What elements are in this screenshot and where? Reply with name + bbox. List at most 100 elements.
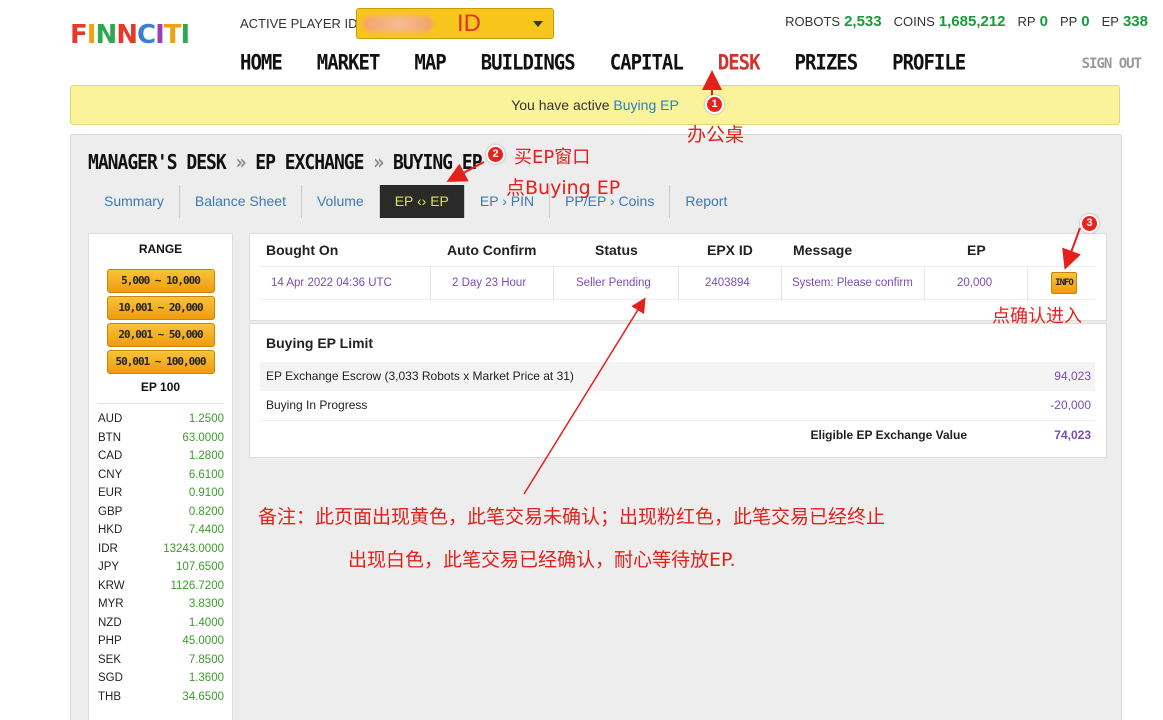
currency-row: AUD 1.2500: [98, 413, 224, 425]
limit-row-total: Eligible EP Exchange Value 74,023: [260, 420, 1095, 449]
currency-row: CNY 6.6100: [98, 468, 224, 481]
range-button-50001-100000[interactable]: 50,001 ~ 100,000: [106, 350, 215, 374]
range-button-5000-10000[interactable]: 5,000 ~ 10,000: [106, 269, 215, 293]
range-button-20001-50000[interactable]: 20,001 ~ 50,000: [106, 323, 215, 347]
currency-row: BTN 63.0000: [98, 431, 224, 444]
header-status: Status: [595, 242, 638, 258]
tab-report[interactable]: Report: [670, 185, 742, 218]
tab-balance-sheet[interactable]: Balance Sheet: [180, 185, 302, 218]
column-divider: [430, 267, 431, 301]
nav-desk[interactable]: DESK: [718, 51, 761, 76]
column-divider: [924, 267, 925, 301]
annotation-remark-line1: 备注：此页面出现黄色，此笔交易未确认；出现粉红色，此笔交易已经终止: [258, 506, 886, 528]
cell-message: System: Please confirm: [792, 277, 913, 289]
in-progress-label: Buying In Progress: [266, 398, 368, 412]
ep-rate-label: EP 100: [140, 380, 181, 394]
tab-summary[interactable]: Summary: [89, 185, 180, 218]
nav-buildings[interactable]: BUILDINGS: [481, 51, 576, 76]
stat-coins: COINS 1,685,212: [893, 13, 1006, 30]
player-id-select[interactable]: ID: [356, 8, 554, 39]
range-button-10001-20000[interactable]: 10,001 ~ 20,000: [106, 296, 215, 320]
currency-row: SEK 7.8500: [98, 653, 224, 666]
column-divider: [678, 267, 679, 301]
finnciti-logo[interactable]: FINNCITI: [70, 20, 205, 60]
limit-row-in-progress: Buying In Progress -20,000: [260, 391, 1095, 420]
header-bought-on: Bought On: [266, 242, 339, 258]
range-buttons: 5,000 ~ 10,000 10,001 ~ 20,000 20,001 ~ …: [106, 269, 215, 374]
nav-map[interactable]: MAP: [414, 51, 446, 76]
alert-text: You have active: [511, 97, 614, 113]
breadcrumb: MANAGER'S DESK » EP EXCHANGE » BUYING EP: [88, 151, 483, 175]
stat-rp: RP 0: [1017, 13, 1048, 30]
buying-ep-link[interactable]: Buying EP: [613, 97, 678, 113]
nav-capital[interactable]: CAPITAL: [610, 51, 684, 76]
currency-row: PHP 45.0000: [98, 635, 224, 647]
header-ep: EP: [967, 242, 986, 258]
cell-auto-confirm: 2 Day 23 Hour: [452, 277, 527, 289]
eligible-value: 74,023: [1054, 428, 1091, 442]
cell-status: Seller Pending: [576, 277, 651, 289]
currency-row: MYR 3.8300: [98, 598, 224, 610]
escrow-value: 94,023: [1054, 369, 1091, 383]
currency-row: HKD 7.4400: [98, 524, 224, 536]
chevron-down-icon: [533, 21, 543, 27]
range-sidebar: RANGE 5,000 ~ 10,000 10,001 ~ 20,000 20,…: [88, 233, 233, 720]
cell-epx-id: 2403894: [705, 277, 750, 289]
info-button[interactable]: INFO: [1051, 272, 1077, 294]
limit-row-escrow: EP Exchange Escrow (3,033 Robots x Marke…: [260, 362, 1095, 391]
column-divider: [781, 267, 782, 301]
nav-market[interactable]: MARKET: [317, 51, 381, 76]
currency-row: NZD 1.4000: [98, 616, 224, 629]
player-stats: ROBOTS 2,533 COINS 1,685,212 RP 0 PP 0 EP 338: [785, 13, 1148, 30]
breadcrumb-separator: »: [373, 151, 384, 175]
annotation-buy-ep-window: 买EP窗口: [514, 147, 591, 168]
stat-pp: PP 0: [1059, 13, 1090, 30]
table-row[interactable]: 14 Apr 2022 04:36 UTC 2 Day 23 Hour Sell…: [260, 266, 1095, 301]
cell-bought-on: 14 Apr 2022 04:36 UTC: [271, 277, 392, 289]
header-message: Message: [793, 242, 853, 258]
active-order-alert: You have active Buying EP: [70, 85, 1120, 125]
player-id-value: ID: [457, 10, 481, 37]
column-divider: [1027, 267, 1028, 301]
tab-ep-ep[interactable]: EP ‹› EP: [379, 185, 465, 218]
annotation-desk: 办公桌: [687, 124, 745, 146]
currency-row: EUR 0.9100: [98, 487, 224, 499]
stat-ep: EP 338: [1101, 13, 1148, 30]
nav-profile[interactable]: PROFILE: [892, 51, 966, 76]
currency-rates: AUD 1.2500 BTN 63.0000 CAD 1.2800 CNY 6.6100…: [98, 403, 224, 706]
stat-robots: ROBOTS 2,533: [785, 13, 882, 30]
main-nav: HOME MARKET MAP BUILDINGS CAPITAL DESK P…: [240, 51, 1000, 76]
annotation-click-confirm: 点确认进入: [992, 306, 1082, 327]
column-divider: [553, 267, 554, 301]
blurred-player-id: [363, 16, 433, 32]
breadcrumb-buying-ep: BUYING EP: [393, 151, 483, 175]
managers-desk-panel: MANAGER'S DESK » EP EXCHANGE » BUYING EP…: [70, 134, 1122, 720]
in-progress-value: -20,000: [1050, 398, 1091, 412]
range-title: RANGE: [138, 242, 183, 256]
currency-row: JPY 107.6500: [98, 561, 224, 573]
table-header: Bought On Auto Confirm Status EPX ID Mes…: [250, 242, 1106, 264]
exchange-tabs: Summary Balance Sheet Volume EP ‹› EP EP…: [89, 185, 742, 218]
nav-prizes[interactable]: PRIZES: [795, 51, 859, 76]
sign-out-link[interactable]: SIGN OUT: [1082, 56, 1142, 72]
buying-ep-orders-table: Bought On Auto Confirm Status EPX ID Mes…: [249, 233, 1107, 321]
currency-row: THB 34.6500: [98, 690, 224, 703]
active-player-label: ACTIVE PLAYER ID: [240, 16, 358, 31]
tab-volume[interactable]: Volume: [302, 185, 380, 218]
annotation-click-buying-ep: 点Buying EP: [506, 177, 621, 199]
currency-row: SGD 1.3600: [98, 672, 224, 684]
cell-ep: 20,000: [957, 277, 993, 289]
breadcrumb-desk[interactable]: MANAGER'S DESK: [88, 151, 227, 175]
annotation-remark-line2: 出现白色，此笔交易已经确认，耐心等待放EP.: [348, 549, 736, 571]
breadcrumb-ep-exchange[interactable]: EP EXCHANGE: [255, 151, 364, 175]
header-epx-id: EPX ID: [707, 242, 753, 258]
annotation-badge-1: 1: [705, 95, 724, 114]
currency-row: KRW 1126.7200: [98, 579, 224, 592]
currency-row: IDR 13243.0000: [98, 542, 224, 555]
eligible-label: Eligible EP Exchange Value: [810, 428, 967, 442]
limit-title: Buying EP Limit: [266, 335, 374, 351]
nav-home[interactable]: HOME: [240, 51, 283, 76]
currency-row: CAD 1.2800: [98, 450, 224, 462]
buying-ep-limit: Buying EP Limit EP Exchange Escrow (3,03…: [249, 323, 1107, 458]
escrow-label: EP Exchange Escrow (3,033 Robots x Marke…: [266, 369, 574, 383]
